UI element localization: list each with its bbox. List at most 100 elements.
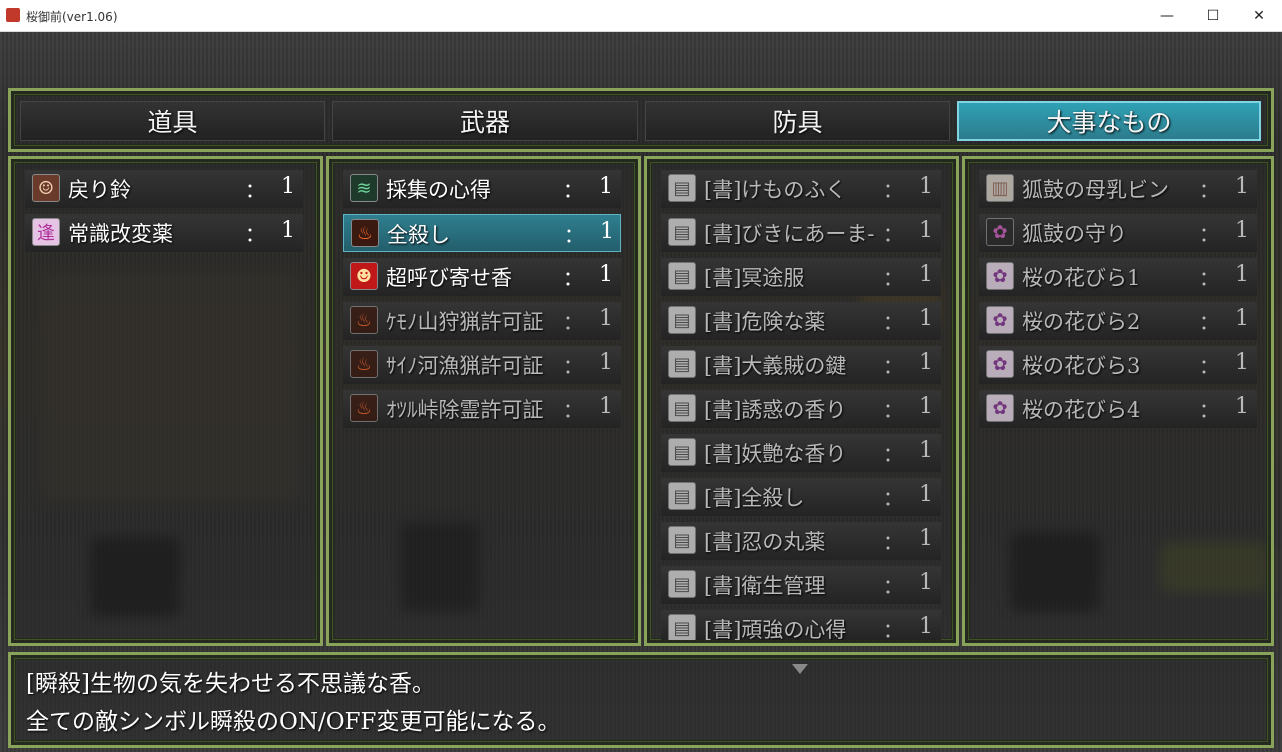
book-icon: ▤ <box>668 394 696 422</box>
item-row[interactable]: ▤ [書]大義賊の鍵 ： 1 <box>661 346 941 384</box>
item-colon: ： <box>563 354 583 378</box>
item-name: [書]危険な薬 <box>704 310 826 334</box>
tab-weapons[interactable]: 武器 <box>332 101 638 141</box>
item-colon: ： <box>1199 222 1219 246</box>
item-row[interactable]: ▤ [書]誘惑の香り ： 1 <box>661 390 941 428</box>
demon-face-icon: ☻ <box>350 262 378 290</box>
item-colon: ： <box>564 223 584 247</box>
item-name: 桜の花びら3 <box>1022 354 1141 378</box>
item-colon: ： <box>883 222 903 246</box>
item-row[interactable]: ▤ [書]全殺し ： 1 <box>661 478 941 516</box>
item-colon: ： <box>245 222 265 246</box>
girl-face-icon: ☺ <box>32 174 60 202</box>
item-name: 桜の花びら2 <box>1022 310 1141 334</box>
item-name: 採集の心得 <box>386 178 491 202</box>
item-row[interactable]: ▤ [書]冥途服 ： 1 <box>661 258 941 296</box>
minimize-button[interactable]: — <box>1144 0 1190 31</box>
item-name: 桜の花びら1 <box>1022 266 1141 290</box>
item-row[interactable]: ▤ [書]危険な薬 ： 1 <box>661 302 941 340</box>
item-name: ｹﾓﾉ山狩猟許可証 <box>386 310 544 334</box>
tab-key-items[interactable]: 大事なもの <box>957 101 1261 141</box>
book-icon: ▤ <box>668 262 696 290</box>
item-count: 1 <box>599 394 613 419</box>
item-count: 1 <box>919 174 933 199</box>
item-name: [書]忍の丸薬 <box>704 530 826 554</box>
item-name: ｻｲﾉ河漁猟許可証 <box>386 354 544 378</box>
item-row[interactable]: ≋ 採集の心得 ： 1 <box>343 170 621 208</box>
item-row[interactable]: ▤ [書]びきにあーま- ： 1 <box>661 214 941 252</box>
maximize-button[interactable]: ☐ <box>1190 0 1236 31</box>
item-count: 1 <box>1235 306 1249 331</box>
sakura-petal-icon: ✿ <box>986 350 1014 378</box>
flame-icon: ♨ <box>350 306 378 334</box>
item-colon: ： <box>245 178 265 202</box>
item-name: 狐鼓の守り <box>1022 222 1127 246</box>
item-count: 1 <box>281 218 295 243</box>
item-name: [書]頑強の心得 <box>704 618 847 640</box>
item-colon: ： <box>1199 354 1219 378</box>
item-name: 戻り鈴 <box>68 178 131 202</box>
item-count: 1 <box>919 614 933 639</box>
item-colon: ： <box>563 310 583 334</box>
item-name: [書]衛生管理 <box>704 574 826 598</box>
item-count: 1 <box>281 174 295 199</box>
item-row[interactable]: ♨ 全殺し ： 1 <box>343 214 621 252</box>
item-row[interactable]: ✿ 桜の花びら1 ： 1 <box>979 258 1257 296</box>
tab-armor[interactable]: 防具 <box>645 101 950 141</box>
item-row[interactable]: ☻ 超呼び寄せ香 ： 1 <box>343 258 621 296</box>
charm-icon: ✿ <box>986 218 1014 246</box>
item-name: 桜の花びら4 <box>1022 398 1141 422</box>
game-screen: 道具 武器 防具 大事なもの ☺ 戻り鈴 ： 1 逢常識改変薬 ： 1 ≋ 採集の心得 ： 1 ♨ 全殺… <box>0 32 1282 752</box>
item-count: 1 <box>919 218 933 243</box>
book-icon: ▤ <box>668 306 696 334</box>
item-count: 1 <box>919 394 933 419</box>
item-colon: ： <box>883 442 903 466</box>
close-button[interactable]: ✕ <box>1236 0 1282 31</box>
item-row[interactable]: ▤ [書]頑強の心得 ： 1 <box>661 610 941 640</box>
item-colon: ： <box>883 398 903 422</box>
bottle-icon: ▥ <box>986 174 1014 202</box>
item-name: 全殺し <box>387 223 450 247</box>
item-row[interactable]: ▤ [書]けものふく ： 1 <box>661 170 941 208</box>
tab-label: 武器 <box>459 108 510 137</box>
item-colon: ： <box>1199 310 1219 334</box>
item-count: 1 <box>919 526 933 551</box>
description-line-1: [瞬殺]生物の気を失わせる不思議な香。 <box>26 671 435 697</box>
item-row[interactable]: ♨ ｵﾂﾙ峠除霊許可証 ： 1 <box>343 390 621 428</box>
book-icon: ▤ <box>668 614 696 640</box>
item-row[interactable]: ▤ [書]妖艶な香り ： 1 <box>661 434 941 472</box>
item-row[interactable]: ✿ 桜の花びら2 ： 1 <box>979 302 1257 340</box>
item-colon: ： <box>883 486 903 510</box>
item-count: 1 <box>919 482 933 507</box>
window-titlebar: 桜御前(ver1.06) — ☐ ✕ <box>0 0 1282 32</box>
flame-icon: ♨ <box>350 350 378 378</box>
item-colon: ： <box>883 354 903 378</box>
item-count: 1 <box>919 306 933 331</box>
item-count: 1 <box>1235 350 1249 375</box>
item-name: ｵﾂﾙ峠除霊許可証 <box>386 398 544 422</box>
item-row[interactable]: ✿ 桜の花びら4 ： 1 <box>979 390 1257 428</box>
item-row[interactable]: ✿ 桜の花びら3 ： 1 <box>979 346 1257 384</box>
flame-icon: ♨ <box>350 394 378 422</box>
item-colon: ： <box>563 178 583 202</box>
item-name: 狐鼓の母乳ビン <box>1022 178 1169 202</box>
item-row[interactable]: ▤ [書]忍の丸薬 ： 1 <box>661 522 941 560</box>
item-row[interactable]: ♨ ｻｲﾉ河漁猟許可証 ： 1 <box>343 346 621 384</box>
tab-label: 大事なもの <box>1046 108 1172 137</box>
item-row[interactable]: ▤ [書]衛生管理 ： 1 <box>661 566 941 604</box>
item-count: 1 <box>599 350 613 375</box>
book-icon: ▤ <box>668 350 696 378</box>
item-colon: ： <box>883 618 903 640</box>
sakura-petal-icon: ✿ <box>986 306 1014 334</box>
item-colon: ： <box>883 574 903 598</box>
tab-items[interactable]: 道具 <box>20 101 325 141</box>
item-row[interactable]: ☺ 戻り鈴 ： 1 <box>25 170 303 208</box>
item-row[interactable]: ♨ ｹﾓﾉ山狩猟許可証 ： 1 <box>343 302 621 340</box>
item-row[interactable]: ✿ 狐鼓の守り ： 1 <box>979 214 1257 252</box>
item-colon: ： <box>883 266 903 290</box>
item-row[interactable]: 逢常識改変薬 ： 1 <box>25 214 303 252</box>
item-row[interactable]: ▥ 狐鼓の母乳ビン ： 1 <box>979 170 1257 208</box>
item-colon: ： <box>883 310 903 334</box>
item-count: 1 <box>1235 174 1249 199</box>
flame-icon: ♨ <box>351 219 379 247</box>
